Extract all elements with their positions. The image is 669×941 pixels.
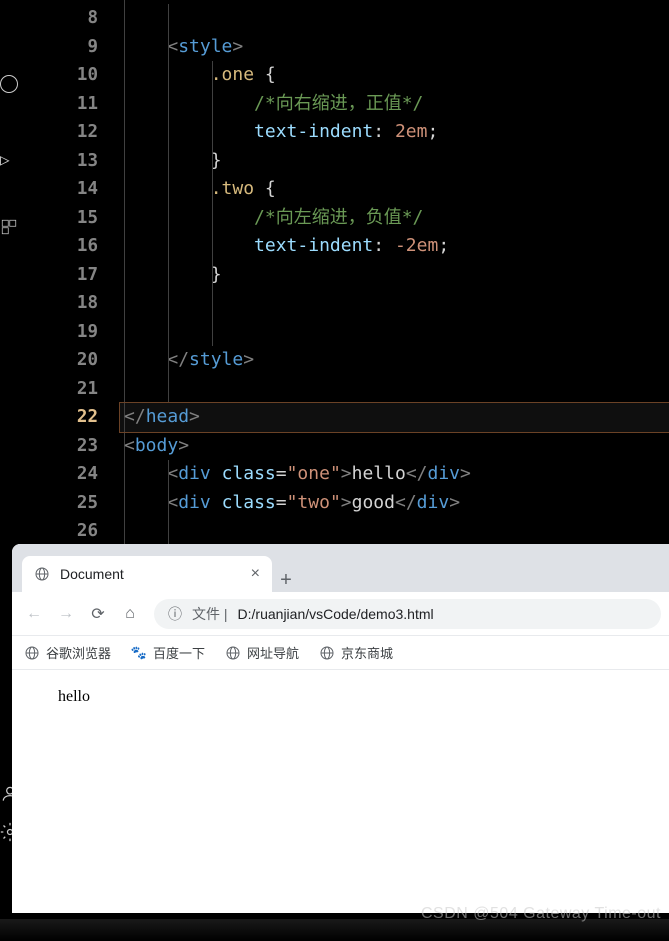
line-number[interactable]: 25 [20, 489, 120, 518]
line-number[interactable]: 20 [20, 346, 120, 375]
bookmark-item[interactable]: 🐾 百度一下 [131, 643, 205, 662]
globe-icon [34, 566, 50, 582]
bookmark-label: 百度一下 [153, 643, 205, 662]
browser-tab[interactable]: Document × [22, 556, 272, 592]
globe-icon [319, 645, 335, 661]
bookmark-item[interactable]: 谷歌浏览器 [24, 643, 111, 662]
code-content[interactable]: <style> .one { /*向右缩进，正值*/ text-indent: … [120, 0, 669, 544]
line-number[interactable]: 14 [20, 175, 120, 204]
close-tab-icon[interactable]: × [251, 565, 260, 583]
line-number-gutter: 8 9 10 11 12 13 14 15 16 17 18 19 20 21 … [20, 0, 120, 544]
bookmarks-bar: 谷歌浏览器 🐾 百度一下 网址导航 京东商城 [12, 636, 669, 670]
code-editor: 8 9 10 11 12 13 14 15 16 17 18 19 20 21 … [0, 0, 669, 544]
globe-icon [225, 645, 241, 661]
tab-strip: Document × + [12, 544, 669, 592]
extensions-icon[interactable] [0, 218, 18, 236]
addr-scheme: 文件 | [192, 604, 228, 624]
browser-window: Document × + ← → ⟳ ⌂ ⓘ 文件 | D:/ruanjian/… [12, 544, 669, 913]
bookmark-item[interactable]: 网址导航 [225, 643, 299, 662]
line-number[interactable]: 21 [20, 375, 120, 404]
line-number[interactable]: 13 [20, 147, 120, 176]
line-number[interactable]: 17 [20, 261, 120, 290]
paw-icon: 🐾 [131, 645, 147, 661]
run-icon[interactable] [0, 150, 18, 168]
line-number[interactable]: 10 [20, 61, 120, 90]
activity-bar [0, 0, 20, 544]
circle-icon[interactable] [0, 75, 18, 93]
browser-toolbar: ← → ⟳ ⌂ ⓘ 文件 | D:/ruanjian/vsCode/demo3.… [12, 592, 669, 636]
address-bar[interactable]: ⓘ 文件 | D:/ruanjian/vsCode/demo3.html [154, 599, 661, 629]
line-number[interactable]: 9 [20, 33, 120, 62]
line-number[interactable]: 23 [20, 432, 120, 461]
tab-title: Document [60, 566, 241, 582]
line-number[interactable]: 16 [20, 232, 120, 261]
globe-icon [24, 645, 40, 661]
forward-button[interactable]: → [52, 600, 80, 628]
line-number[interactable]: 18 [20, 289, 120, 318]
home-button[interactable]: ⌂ [116, 600, 144, 628]
line-number[interactable]: 19 [20, 318, 120, 347]
line-number[interactable]: 12 [20, 118, 120, 147]
line-number[interactable]: 24 [20, 460, 120, 489]
reload-button[interactable]: ⟳ [84, 600, 112, 628]
line-number[interactable]: 15 [20, 204, 120, 233]
rendered-text-two: od [26, 706, 655, 724]
info-icon: ⓘ [168, 604, 182, 624]
new-tab-button[interactable]: + [272, 569, 300, 592]
bookmark-label: 京东商城 [341, 643, 393, 662]
bookmark-label: 谷歌浏览器 [46, 643, 111, 662]
watermark: CSDN @504 Gateway Time-out [421, 905, 661, 923]
rendered-text-one: hello [26, 688, 655, 706]
addr-path: D:/ruanjian/vsCode/demo3.html [238, 606, 434, 622]
line-number[interactable]: 8 [20, 4, 120, 33]
line-number[interactable]: 22 [20, 403, 120, 432]
line-number[interactable]: 11 [20, 90, 120, 119]
bookmark-item[interactable]: 京东商城 [319, 643, 393, 662]
back-button[interactable]: ← [20, 600, 48, 628]
page-viewport: hello od [12, 670, 669, 742]
bookmark-label: 网址导航 [247, 643, 299, 662]
line-number[interactable]: 26 [20, 517, 120, 546]
